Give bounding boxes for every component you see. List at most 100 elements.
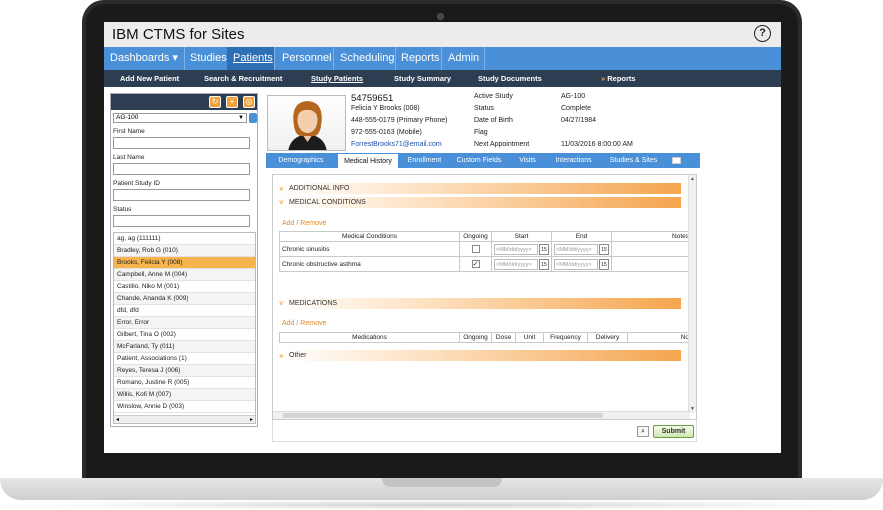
col-medications: Medications — [279, 332, 460, 343]
flag-icon[interactable] — [672, 157, 681, 164]
tab-visits[interactable]: Visits — [509, 153, 546, 168]
dob-label: Date of Birth — [474, 117, 513, 124]
list-item[interactable]: Castillo, Niko M (001) — [114, 281, 255, 293]
conditions-add-remove-link[interactable]: Add / Remove — [282, 220, 326, 227]
subnav-add-new-patient[interactable]: Add New Patient — [120, 70, 179, 87]
table-header-row: Medications Ongoing Dose Unit Frequency … — [279, 332, 692, 343]
scroll-thumb[interactable] — [283, 413, 603, 418]
calendar-icon[interactable]: 15 — [599, 243, 609, 255]
section-other[interactable]: » Other — [277, 350, 681, 361]
target-icon[interactable]: ◎ — [243, 96, 255, 108]
col-ongoing: Ongoing — [459, 332, 492, 343]
col-unit: Unit — [515, 332, 544, 343]
subnav-study-documents[interactable]: Study Documents — [478, 70, 542, 87]
tab-interactions[interactable]: Interactions — [548, 153, 599, 168]
ongoing-checkbox-checked[interactable]: ✓ — [471, 260, 480, 268]
subnav-search-recruitment[interactable]: Search & Recruitment — [204, 70, 282, 87]
notes-input[interactable] — [611, 241, 692, 257]
list-item[interactable]: Gilbert, Tina O (002) — [114, 329, 255, 341]
dob-value: 04/27/1984 — [561, 117, 597, 124]
list-item[interactable]: Willis, Kofi M (007) — [114, 389, 255, 401]
nav-reports[interactable]: Reports — [395, 47, 441, 70]
study-select[interactable]: AG-100 ▼ — [113, 113, 247, 123]
patient-tabs: Demographics Medical History Enrollment … — [266, 153, 700, 168]
tab-custom-fields[interactable]: Custom Fields — [451, 153, 507, 168]
tab-studies-sites[interactable]: Studies & Sites — [601, 153, 666, 168]
list-item[interactable]: Campbell, Anne M (004) — [114, 269, 255, 281]
submit-button[interactable]: Submit — [653, 425, 694, 438]
col-start: Start — [491, 231, 552, 242]
ongoing-checkbox[interactable] — [471, 245, 480, 253]
tab-demographics[interactable]: Demographics — [266, 153, 336, 168]
end-date-input[interactable]: <MM/dd/yyyy> — [554, 258, 598, 270]
first-name-label: First Name — [113, 128, 145, 135]
medications-add-remove-link[interactable]: Add / Remove — [282, 320, 326, 327]
status-label: Status — [113, 206, 132, 213]
calendar-icon[interactable]: 15 — [539, 258, 549, 270]
subnav-study-summary[interactable]: Study Summary — [394, 70, 451, 87]
subnav-reports[interactable]: » Reports — [601, 70, 636, 87]
laptop-shadow — [30, 500, 853, 510]
list-item[interactable]: dfd, dfd — [114, 305, 255, 317]
active-study-label: Active Study — [474, 93, 513, 100]
start-date-input[interactable]: <MM/dd/yyyy> — [494, 258, 538, 270]
first-name-input[interactable] — [113, 137, 250, 149]
chevron-down-icon: ▾ — [172, 52, 178, 64]
subnav-study-patients[interactable]: Study Patients — [311, 70, 363, 87]
notes-input[interactable] — [611, 256, 692, 272]
list-item[interactable]: Patient, Associations (1) — [114, 353, 255, 365]
table-row: Chronic obstructive asthma ✓ <MM/dd/yyyy… — [279, 256, 692, 272]
nav-scheduling[interactable]: Scheduling — [334, 47, 395, 70]
status-detail-value: Complete — [561, 105, 591, 112]
sub-nav: Add New Patient Search & Recruitment Stu… — [104, 70, 781, 87]
zoom-icon[interactable]: ⌕ — [637, 426, 649, 437]
list-item[interactable]: Chande, Ananda K (009) — [114, 293, 255, 305]
patient-photo — [267, 95, 346, 151]
col-frequency: Frequency — [543, 332, 588, 343]
title-bar: IBM CTMS for Sites ? — [104, 22, 781, 47]
chevron-down-icon: ˅ — [279, 198, 284, 207]
add-patient-icon[interactable]: + — [226, 96, 238, 108]
list-item[interactable]: McFarland, Ty (011) — [114, 341, 255, 353]
section-additional-info[interactable]: » ADDITIONAL INFO — [277, 183, 681, 194]
next-appointment-value: 11/03/2016 8:00:00 AM — [561, 141, 633, 148]
section-medications-label: MEDICATIONS — [289, 300, 338, 307]
patient-email-link[interactable]: ForrestBrooks71@email.com — [351, 141, 442, 148]
section-medications[interactable]: ˅ MEDICATIONS — [277, 298, 681, 309]
medications-table: Medications Ongoing Dose Unit Frequency … — [279, 332, 692, 343]
nav-dashboards[interactable]: Dashboards ▾ — [104, 47, 184, 70]
refresh-icon[interactable]: ↻ — [209, 96, 221, 108]
tab-medical-history[interactable]: Medical History — [337, 153, 399, 168]
list-horizontal-scrollbar[interactable]: ◂ ▸ — [114, 415, 255, 423]
app-title: IBM CTMS for Sites — [112, 26, 245, 43]
content-vertical-scrollbar[interactable]: ▲ ▼ — [688, 175, 696, 413]
tab-enrollment[interactable]: Enrollment — [400, 153, 449, 168]
study-refresh-icon[interactable] — [249, 113, 257, 123]
calendar-icon[interactable]: 15 — [539, 243, 549, 255]
list-item[interactable]: Winslow, Annie D (003) — [114, 401, 255, 413]
nav-patients[interactable]: Patients — [227, 47, 274, 70]
calendar-icon[interactable]: 15 — [599, 258, 609, 270]
nav-admin[interactable]: Admin — [442, 47, 484, 70]
start-date-input[interactable]: <MM/dd/yyyy> — [494, 243, 538, 255]
patient-primary-phone: 448-555-0179 (Primary Phone) — [351, 117, 448, 124]
nav-studies[interactable]: Studies — [184, 47, 227, 70]
end-date-input[interactable]: <MM/dd/yyyy> — [554, 243, 598, 255]
last-name-input[interactable] — [113, 163, 250, 175]
list-item[interactable]: Error, Error — [114, 317, 255, 329]
list-item-selected[interactable]: Brooks, Felicia Y (008) — [114, 257, 255, 269]
content-horizontal-scrollbar[interactable] — [273, 411, 690, 419]
patient-study-id-input[interactable] — [113, 189, 250, 201]
table-row: Chronic sinusitis <MM/dd/yyyy> 15 <MM/dd/… — [279, 241, 692, 257]
list-item[interactable]: Romano, Justine R (005) — [114, 377, 255, 389]
next-appointment-label: Next Appointment — [474, 141, 530, 148]
help-icon[interactable]: ? — [754, 25, 771, 42]
main-nav: Dashboards ▾ Studies Patients Personnel … — [104, 47, 781, 70]
nav-personnel[interactable]: Personnel — [276, 47, 332, 70]
list-item[interactable]: ag, ag (111111) — [114, 233, 255, 245]
section-medical-conditions[interactable]: ˅ MEDICAL CONDITIONS — [277, 197, 681, 208]
list-item[interactable]: Reyes, Teresa J (006) — [114, 365, 255, 377]
chevron-down-icon: ˅ — [279, 299, 284, 308]
list-item[interactable]: Bradley, Rob G (010) — [114, 245, 255, 257]
status-input[interactable] — [113, 215, 250, 227]
